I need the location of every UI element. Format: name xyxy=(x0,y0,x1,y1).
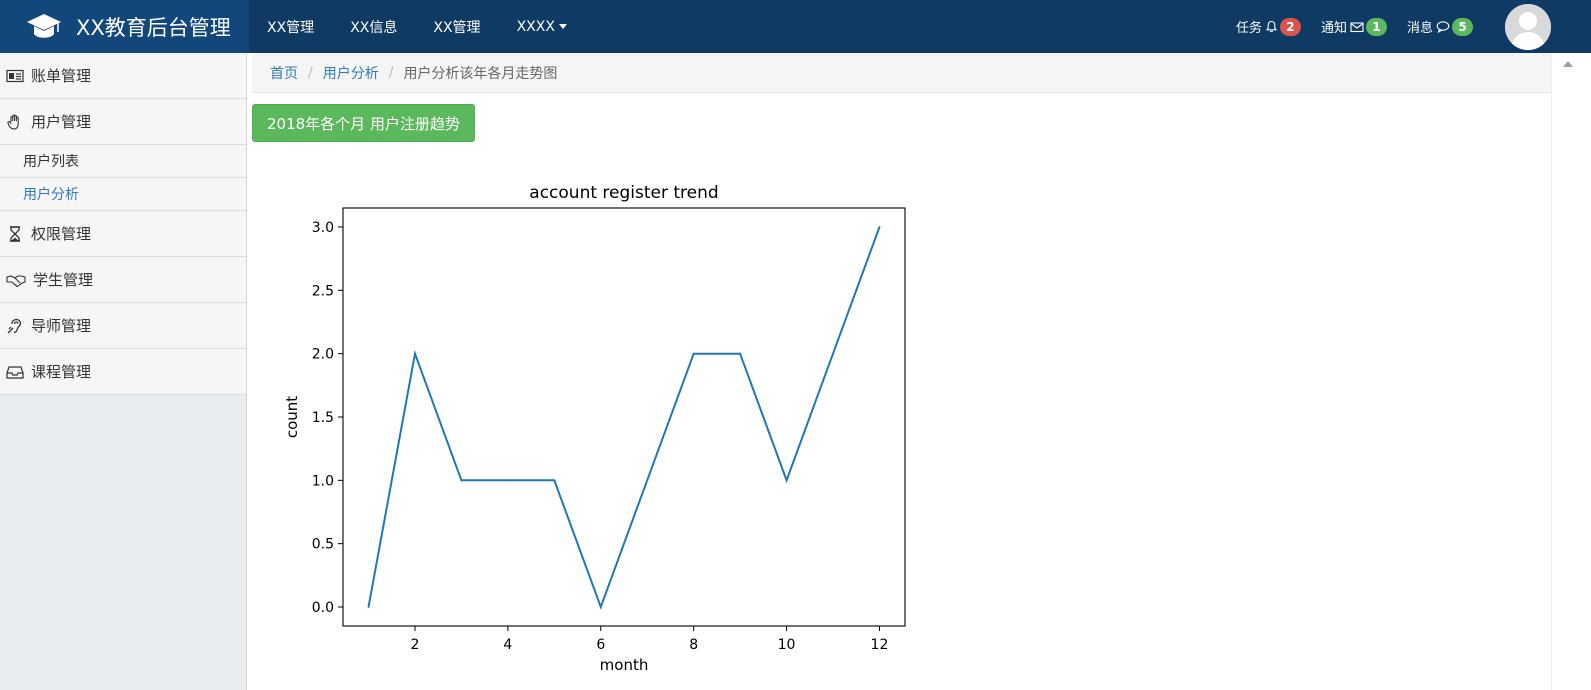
data-point xyxy=(367,606,370,608)
topnav-dropdown-label: XXXX xyxy=(516,18,555,35)
breadcrumb-separator: / xyxy=(388,64,394,81)
tasks-link[interactable]: 任务 2 xyxy=(1236,17,1301,36)
data-point xyxy=(878,226,881,228)
data-point xyxy=(832,352,834,355)
tasks-label: 任务 xyxy=(1235,21,1262,36)
brand[interactable]: XX教育后台管理 xyxy=(0,0,249,53)
sidebar: 账单管理 用户管理 用户列表 用户分析 权限管理 学生管理 导师管理 课程管理 xyxy=(0,53,247,690)
sidebar-item-users[interactable]: 用户管理 xyxy=(0,99,246,145)
data-point xyxy=(599,606,602,608)
chart-title-button[interactable]: 2018年各个月 用户注册趋势 xyxy=(252,104,475,142)
comment-icon xyxy=(1436,21,1450,33)
sidebar-item-courses[interactable]: 课程管理 xyxy=(0,349,246,395)
sidebar-item-students[interactable]: 学生管理 xyxy=(0,257,246,303)
messages-link[interactable]: 消息 5 xyxy=(1407,17,1473,36)
x-tick-label: 6 xyxy=(596,637,605,653)
x-tick-label: 10 xyxy=(778,637,796,653)
hearing-icon xyxy=(7,318,22,333)
series-line-0 xyxy=(367,226,881,610)
bell-icon xyxy=(1265,20,1277,33)
y-tick-label: 1.5 xyxy=(312,410,334,426)
hourglass-icon xyxy=(10,225,20,242)
line-chart: account register trend 0.0 0.5 1.0 1.5 2.0 2.5… xyxy=(283,183,906,674)
breadcrumb: 首页 / 用户分析 / 用户分析该年各月走势图 xyxy=(252,53,1551,93)
envelope-icon xyxy=(1350,21,1364,32)
plot-frame xyxy=(342,207,906,627)
graduation-cap-icon xyxy=(27,13,61,38)
breadcrumb-separator: / xyxy=(308,64,313,81)
top-nav: XX管理 XX信息 XX管理 XXXX xyxy=(249,0,585,53)
id-card-icon xyxy=(6,69,24,82)
messages-count-badge: 5 xyxy=(1452,17,1473,36)
main-content: 首页 / 用户分析 / 用户分析该年各月走势图 2018年各个月 用户注册趋势 … xyxy=(252,53,1551,690)
notices-count-badge: 1 xyxy=(1365,17,1387,36)
breadcrumb-parent[interactable]: 用户分析 xyxy=(323,63,379,83)
y-axis-label: count xyxy=(283,396,301,438)
messages-label: 消息 xyxy=(1406,21,1433,36)
x-tick-label: 8 xyxy=(689,637,698,653)
topnav-item-3[interactable]: XX管理 xyxy=(415,0,498,53)
x-tick-label: 4 xyxy=(503,637,512,653)
sidebar-item-label: 账单管理 xyxy=(31,67,92,85)
sidebar-item-tutors[interactable]: 导师管理 xyxy=(0,303,246,349)
app-title: XX教育后台管理 xyxy=(76,15,231,40)
sidebar-item-label: 导师管理 xyxy=(31,317,92,335)
sidebar-item-label: 用户管理 xyxy=(31,113,92,131)
data-point xyxy=(460,479,463,482)
scrollbar[interactable] xyxy=(1551,53,1591,690)
y-tick-label: 3.0 xyxy=(312,220,334,236)
topnav-dropdown[interactable]: XXXX xyxy=(499,0,585,53)
sidebar-subitem-user-analysis[interactable]: 用户分析 xyxy=(0,178,246,211)
avatar[interactable] xyxy=(1505,3,1551,50)
topnav-item-1[interactable]: XX管理 xyxy=(249,0,332,53)
y-tick-label: 1.0 xyxy=(312,473,334,489)
scroll-up-arrow-icon[interactable] xyxy=(1563,61,1573,67)
data-point xyxy=(692,352,695,355)
sidebar-item-billing[interactable]: 账单管理 xyxy=(0,53,246,99)
user-avatar-icon xyxy=(1505,3,1551,50)
tasks-count-badge: 2 xyxy=(1279,17,1301,36)
top-navbar: XX教育后台管理 XX管理 XX信息 XX管理 XXXX 任务 2 通知 1 消… xyxy=(0,0,1591,53)
x-axis-label: month xyxy=(600,656,649,674)
caret-down-icon xyxy=(558,24,567,29)
breadcrumb-current: 用户分析该年各月走势图 xyxy=(403,65,558,82)
x-tick-label: 2 xyxy=(411,637,420,653)
breadcrumb-home[interactable]: 首页 xyxy=(270,63,298,83)
top-right-tools: 任务 2 通知 1 消息 5 xyxy=(1236,0,1591,53)
sidebar-item-label: 学生管理 xyxy=(33,271,94,289)
data-point xyxy=(506,479,509,482)
y-tick-label: 2.5 xyxy=(312,283,334,299)
hand-icon xyxy=(7,114,19,130)
chart-title: account register trend xyxy=(529,183,718,203)
topnav-item-2[interactable]: XX信息 xyxy=(332,0,415,53)
data-point xyxy=(739,352,742,355)
sidebar-subitem-user-list[interactable]: 用户列表 xyxy=(0,145,246,178)
y-tick-label: 2.0 xyxy=(312,347,334,363)
sidebar-item-label: 权限管理 xyxy=(31,225,92,243)
sidebar-item-permissions[interactable]: 权限管理 xyxy=(0,211,246,257)
data-point xyxy=(785,479,788,482)
inbox-icon xyxy=(6,365,24,379)
sidebar-item-label: 课程管理 xyxy=(31,363,92,381)
handshake-icon xyxy=(6,274,26,287)
x-tick-label: 12 xyxy=(871,637,889,653)
notices-label: 通知 xyxy=(1320,21,1347,36)
data-point xyxy=(646,479,649,482)
data-point xyxy=(414,352,416,355)
data-point xyxy=(553,479,556,482)
y-tick-label: 0.0 xyxy=(312,600,334,616)
y-tick-label: 0.5 xyxy=(312,537,334,553)
notices-link[interactable]: 通知 1 xyxy=(1321,17,1387,36)
